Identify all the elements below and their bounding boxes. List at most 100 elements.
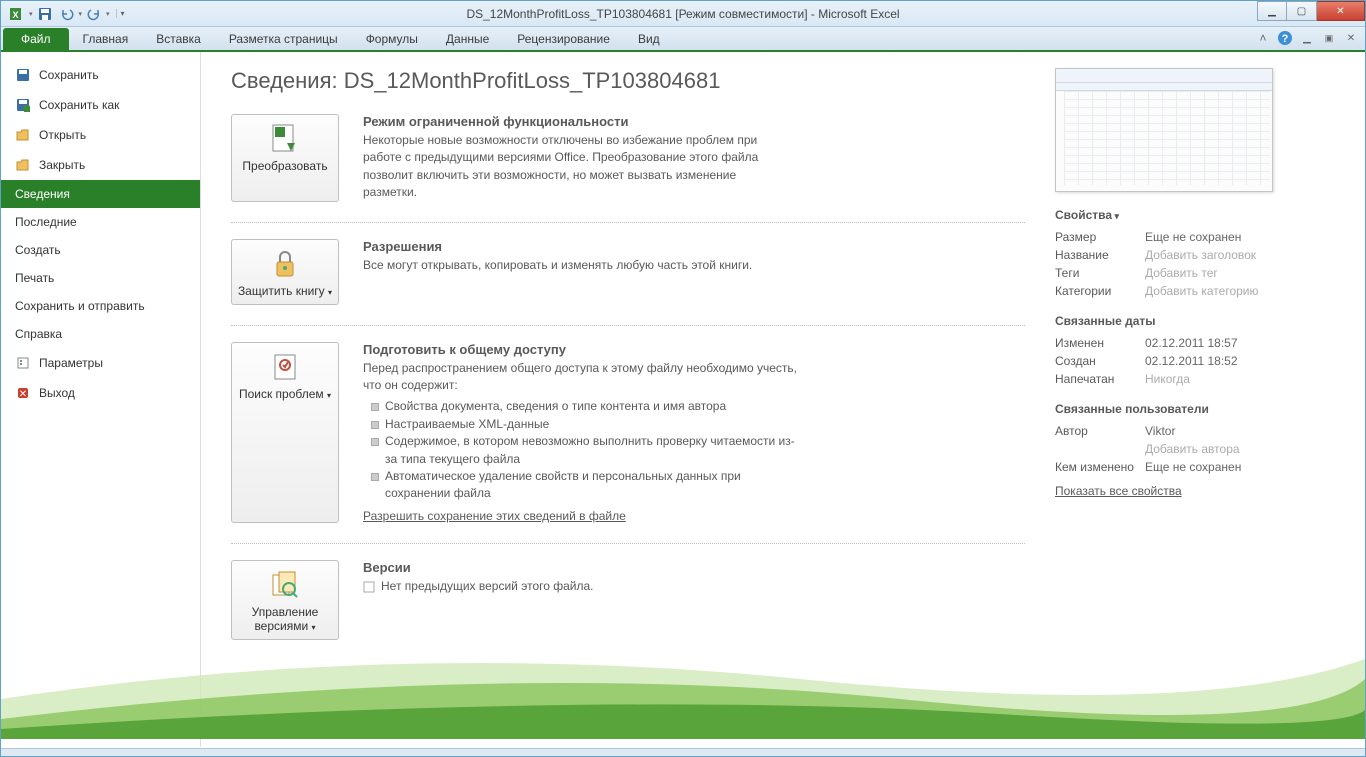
property-row: АвторViktor	[1055, 422, 1335, 440]
property-value[interactable]: Никогда	[1145, 372, 1190, 386]
property-row: Кем измененоЕще не сохранен	[1055, 458, 1335, 476]
svg-text:?: ?	[1282, 33, 1289, 45]
versions-button[interactable]: Управление версиями ▾	[231, 560, 339, 640]
section-convert: Преобразовать Режим ограниченной функцио…	[231, 114, 1025, 223]
list-item: Свойства документа, сведения о типе конт…	[363, 398, 803, 415]
minimize-ribbon-icon[interactable]: ˄	[1255, 30, 1271, 46]
sidebar-help[interactable]: Справка	[1, 320, 200, 348]
sidebar-new[interactable]: Создать	[1, 236, 200, 264]
sidebar-item-label: Сохранить и отправить	[15, 299, 145, 313]
property-row: Изменен02.12.2011 18:57	[1055, 334, 1335, 352]
property-label: Размер	[1055, 230, 1145, 244]
section-text: Нет предыдущих версий этого файла.	[363, 578, 594, 595]
protect-button[interactable]: Защитить книгу ▾	[231, 239, 339, 305]
svg-text:✕: ✕	[19, 389, 27, 400]
sidebar-close[interactable]: Закрыть	[1, 150, 200, 180]
sidebar-send[interactable]: Сохранить и отправить	[1, 292, 200, 320]
property-value[interactable]: Добавить тег	[1145, 266, 1218, 280]
tab-formulas[interactable]: Формулы	[352, 28, 432, 50]
backstage-main: Сведения: DS_12MonthProfitLoss_TP1038046…	[201, 52, 1365, 747]
property-value: 02.12.2011 18:52	[1145, 354, 1238, 368]
svg-text:X: X	[12, 10, 18, 20]
backstage-view: Сохранить Сохранить как Открыть Закрыть …	[1, 52, 1365, 747]
section-check: Поиск проблем ▾ Подготовить к общему дос…	[231, 342, 1025, 544]
sidebar-save[interactable]: Сохранить	[1, 60, 200, 90]
property-value: Еще не сохранен	[1145, 460, 1241, 474]
window-controls: ▁ ▢ ✕	[1257, 1, 1365, 21]
sidebar-print[interactable]: Печать	[1, 264, 200, 292]
tab-layout[interactable]: Разметка страницы	[215, 28, 352, 50]
tab-file[interactable]: Файл	[3, 28, 69, 50]
window-restore-icon[interactable]: ▣	[1321, 30, 1337, 46]
tab-review[interactable]: Рецензирование	[503, 28, 624, 50]
folder-open-icon	[15, 127, 31, 143]
properties-header[interactable]: Свойства	[1055, 208, 1335, 222]
list-item: Содержимое, в котором невозможно выполни…	[363, 433, 803, 468]
backstage-sidebar: Сохранить Сохранить как Открыть Закрыть …	[1, 52, 201, 747]
close-button[interactable]: ✕	[1317, 1, 1365, 21]
dropdown-icon[interactable]: ▾	[29, 10, 33, 18]
window-min-icon[interactable]: ▁	[1299, 30, 1315, 46]
property-label: Изменен	[1055, 336, 1145, 350]
folder-close-icon	[15, 157, 31, 173]
property-value: Еще не сохранен	[1145, 230, 1241, 244]
sidebar-info[interactable]: Сведения	[1, 180, 200, 208]
ribbon: Файл Главная Вставка Разметка страницы Ф…	[1, 27, 1365, 52]
sidebar-saveas[interactable]: Сохранить как	[1, 90, 200, 120]
tab-data[interactable]: Данные	[432, 28, 503, 50]
property-row: КатегорииДобавить категорию	[1055, 282, 1335, 300]
saveas-icon	[15, 97, 31, 113]
save-icon[interactable]	[35, 4, 55, 24]
property-value[interactable]: Добавить категорию	[1145, 284, 1259, 298]
inspect-icon	[269, 351, 301, 383]
sidebar-exit[interactable]: ✕ Выход	[1, 378, 200, 408]
property-label: Теги	[1055, 266, 1145, 280]
button-label: Поиск проблем ▾	[239, 387, 331, 401]
section-heading: Режим ограниченной функциональности	[363, 114, 783, 129]
property-value[interactable]: Добавить автора	[1145, 442, 1240, 456]
tab-insert[interactable]: Вставка	[142, 28, 215, 50]
exit-icon: ✕	[15, 385, 31, 401]
dropdown-icon[interactable]: ▾	[106, 10, 110, 18]
window-close-icon[interactable]: ✕	[1343, 30, 1359, 46]
excel-icon[interactable]: X	[7, 4, 27, 24]
property-value[interactable]: Добавить заголовок	[1145, 248, 1256, 262]
property-value: 02.12.2011 18:57	[1145, 336, 1238, 350]
qat-customize-icon[interactable]: ▾	[116, 9, 129, 18]
dropdown-icon[interactable]: ▾	[79, 10, 83, 18]
section-heading: Версии	[363, 560, 594, 575]
maximize-button[interactable]: ▢	[1287, 1, 1317, 21]
sidebar-item-label: Справка	[15, 327, 62, 341]
tab-view[interactable]: Вид	[624, 28, 674, 50]
section-heading: Подготовить к общему доступу	[363, 342, 803, 357]
sidebar-options[interactable]: Параметры	[1, 348, 200, 378]
property-label: Создан	[1055, 354, 1145, 368]
redo-icon[interactable]	[84, 4, 104, 24]
users-header: Связанные пользователи	[1055, 402, 1335, 416]
check-button[interactable]: Поиск проблем ▾	[231, 342, 339, 523]
page-title: Сведения: DS_12MonthProfitLoss_TP1038046…	[231, 68, 1025, 94]
options-icon	[15, 355, 31, 371]
allow-save-link[interactable]: Разрешить сохранение этих сведений в фай…	[363, 509, 626, 523]
convert-button[interactable]: Преобразовать	[231, 114, 339, 202]
property-row: РазмерЕще не сохранен	[1055, 228, 1335, 246]
property-row: НазваниеДобавить заголовок	[1055, 246, 1335, 264]
minimize-button[interactable]: ▁	[1257, 1, 1287, 21]
help-icon[interactable]: ?	[1277, 30, 1293, 46]
sidebar-open[interactable]: Открыть	[1, 120, 200, 150]
tab-home[interactable]: Главная	[69, 28, 143, 50]
status-bar	[1, 748, 1365, 756]
property-row: ТегиДобавить тег	[1055, 264, 1335, 282]
sidebar-item-label: Выход	[39, 386, 75, 400]
sidebar-recent[interactable]: Последние	[1, 208, 200, 236]
versions-icon	[269, 569, 301, 601]
lock-icon	[269, 248, 301, 280]
document-thumbnail[interactable]	[1055, 68, 1273, 192]
sidebar-item-label: Печать	[15, 271, 54, 285]
section-versions: Управление версиями ▾ Версии Нет предыду…	[231, 560, 1025, 660]
undo-icon[interactable]	[57, 4, 77, 24]
property-label: Напечатан	[1055, 372, 1145, 386]
sidebar-item-label: Сохранить как	[39, 98, 119, 112]
show-all-properties-link[interactable]: Показать все свойства	[1055, 484, 1182, 498]
section-text: Перед распространением общего доступа к …	[363, 360, 803, 395]
